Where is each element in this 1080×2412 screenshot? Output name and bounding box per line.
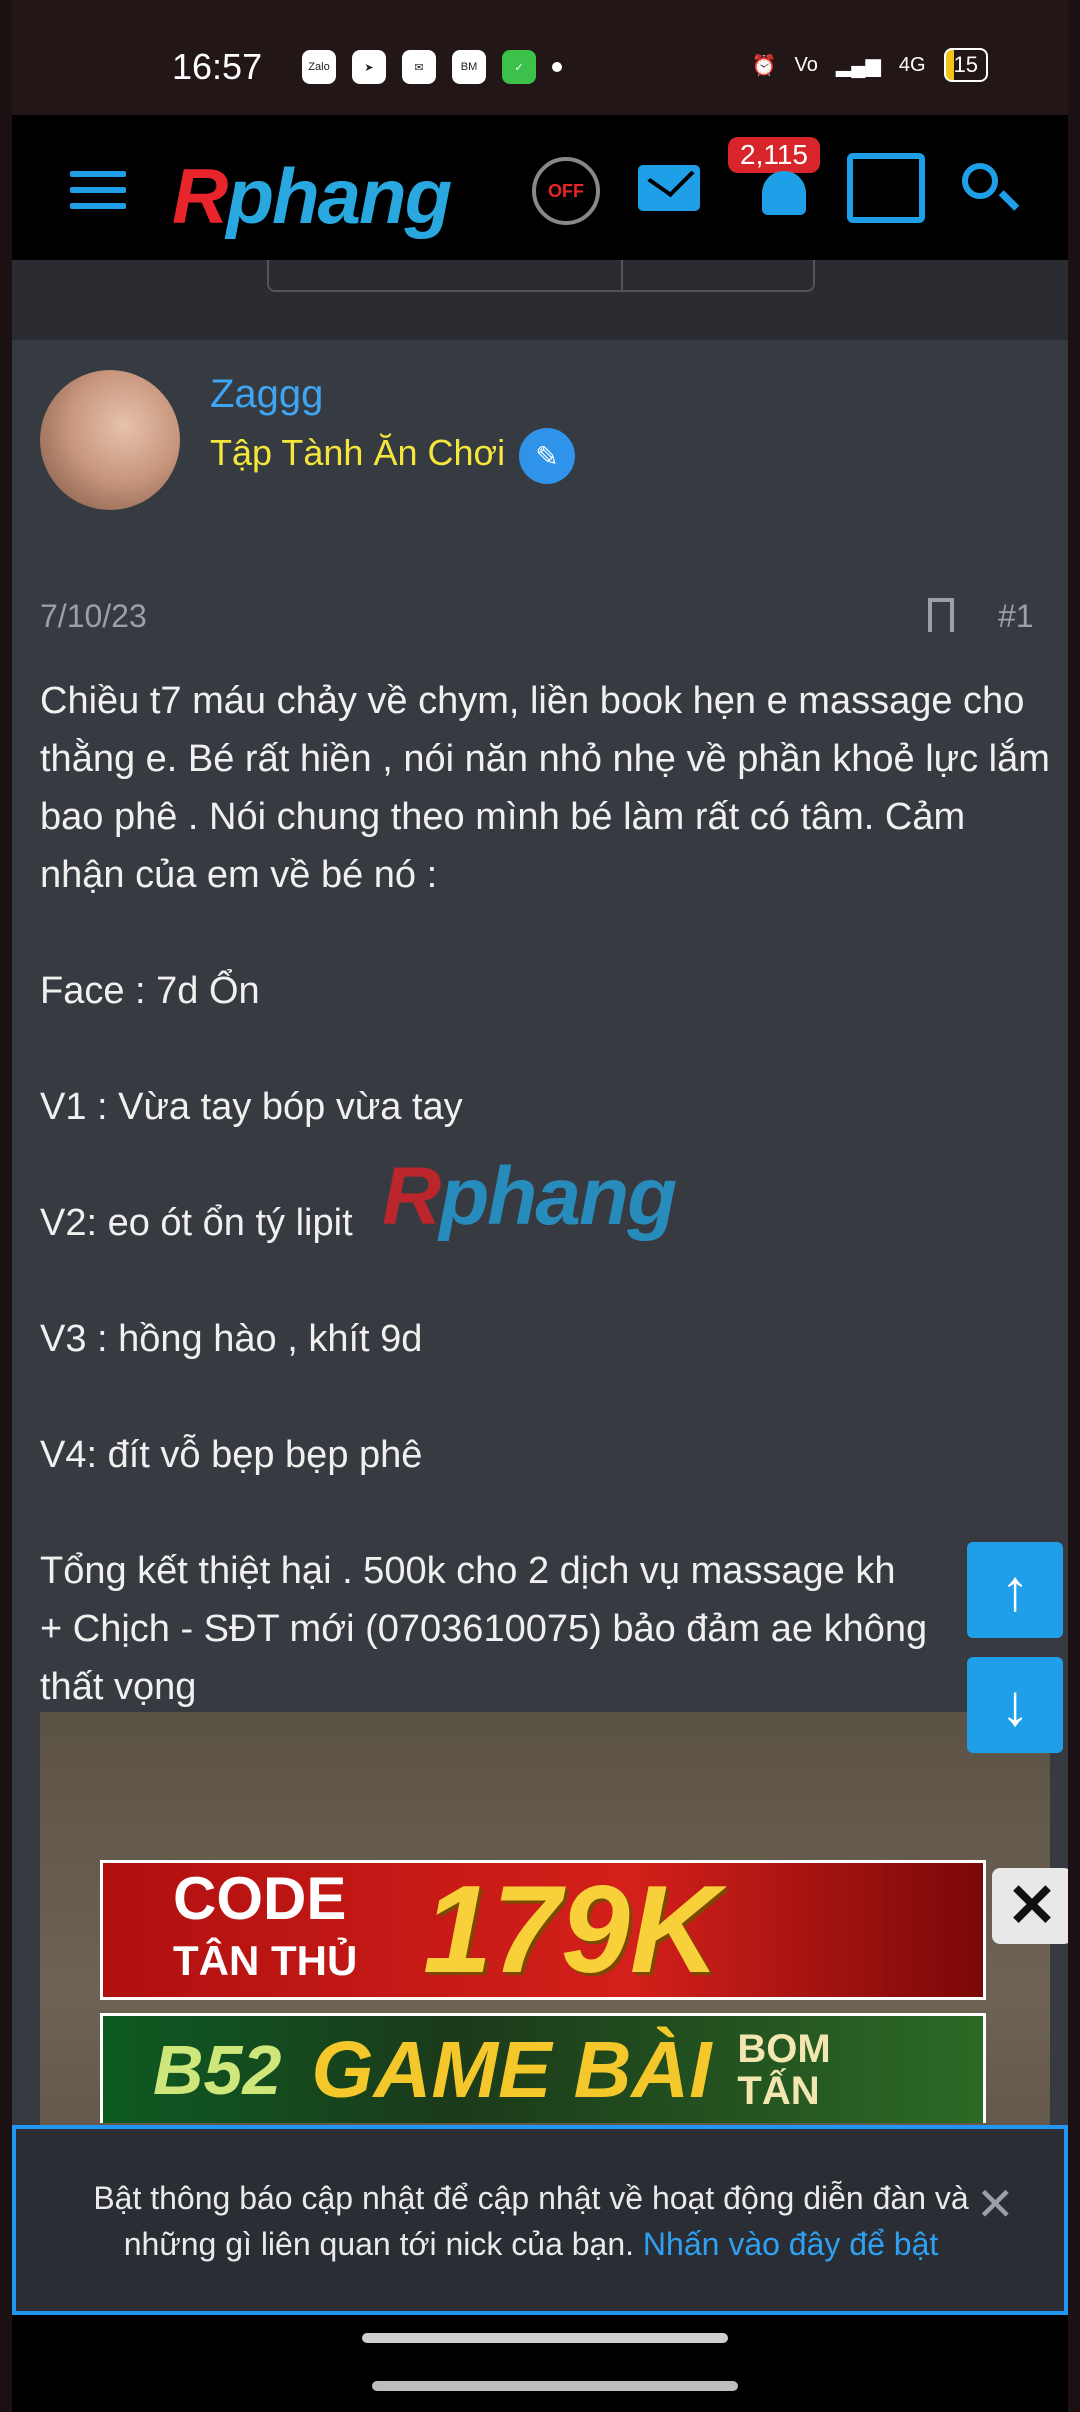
battery-icon: 15 [943,48,988,82]
ad1-code-text: CODE [173,1865,347,1932]
store-icon[interactable] [847,153,925,223]
zalo-icon: Zalo [302,50,336,84]
system-home-indicator[interactable] [372,2381,738,2391]
off-toggle-icon[interactable]: OFF [532,157,600,225]
status-right: ⏰ Vo ▂▄▆ 4G 15 [752,48,988,82]
bottom-bar-area [12,2315,1068,2412]
avatar[interactable] [40,370,180,510]
network-type: 4G [898,53,926,76]
ad1-amount: 179K [423,1861,720,1999]
ad-close-button[interactable]: ✕ [992,1868,1068,1944]
app-frame: 16:57 Zalo ➤ ✉ BM ✓ ⏰ Vo ▂▄▆ 4G 15 Rphan… [12,0,1068,2412]
status-time: 16:57 [172,46,263,87]
home-indicator[interactable] [362,2333,728,2343]
notification-message: Bật thông báo cập nhật để cập nhật về ho… [93,2180,969,2262]
ad1-subtext: TÂN THỦ [173,1937,358,1984]
baomoi-icon: BM [452,50,486,84]
alarm-icon: ⏰ [751,54,777,77]
notification-badge: 2,115 [728,137,820,173]
messenger-icon: ✉ [402,50,436,84]
more-notifications-dot [552,62,562,72]
site-logo[interactable]: Rphang [172,151,452,242]
user-title: Tập Tành Ăn Chơi [210,432,506,473]
user-card: Zaggg Tập Tành Ăn Chơi ✎ [12,340,1068,564]
mail-icon[interactable] [638,165,700,211]
ad2-brand: B52 [153,2030,282,2109]
bookmark-icon[interactable] [928,598,954,632]
enable-notifications-link[interactable]: Nhấn vào đây để bật [643,2226,938,2262]
username-link[interactable]: Zaggg [210,372,323,417]
watermark-logo: Rphang [382,1151,677,1242]
scroll-down-button[interactable]: ↓ [967,1657,1063,1753]
ad2-tag1: BOM [737,2026,831,2071]
telegram-icon: ➤ [352,50,386,84]
top-nav: Rphang OFF 2,115 [12,115,1068,260]
menu-icon[interactable] [70,171,126,219]
status-app-icons: Zalo ➤ ✉ BM ✓ [302,50,562,84]
status-bar: 16:57 Zalo ➤ ✉ BM ✓ ⏰ Vo ▂▄▆ 4G 15 [12,0,1068,115]
battery-level: 15 [953,52,978,77]
ad2-text: GAME BÀI [311,2024,712,2114]
bell-icon[interactable] [762,171,806,215]
post-number[interactable]: #1 [998,598,1034,635]
app-icon-green: ✓ [502,50,536,84]
partial-tab-box [267,260,815,292]
signal-icon: ▂▄▆ [835,54,881,77]
close-icon[interactable]: ✕ [976,2177,1015,2231]
ad2-tag2: TẤN [737,2068,820,2113]
post-date[interactable]: 7/10/23 [40,598,147,635]
ad-banner-gamebai[interactable]: B52 GAME BÀI BOM TẤN [100,2013,986,2123]
search-icon[interactable] [962,163,998,199]
push-notification-prompt: Bật thông báo cập nhật để cập nhật về ho… [12,2125,1068,2315]
scroll-up-button[interactable]: ↑ [967,1542,1063,1638]
verified-edit-icon: ✎ [519,428,575,484]
volte-icon: Vo [794,53,818,76]
ad-banner-code[interactable]: CODE TÂN THỦ 179K [100,1860,986,2000]
